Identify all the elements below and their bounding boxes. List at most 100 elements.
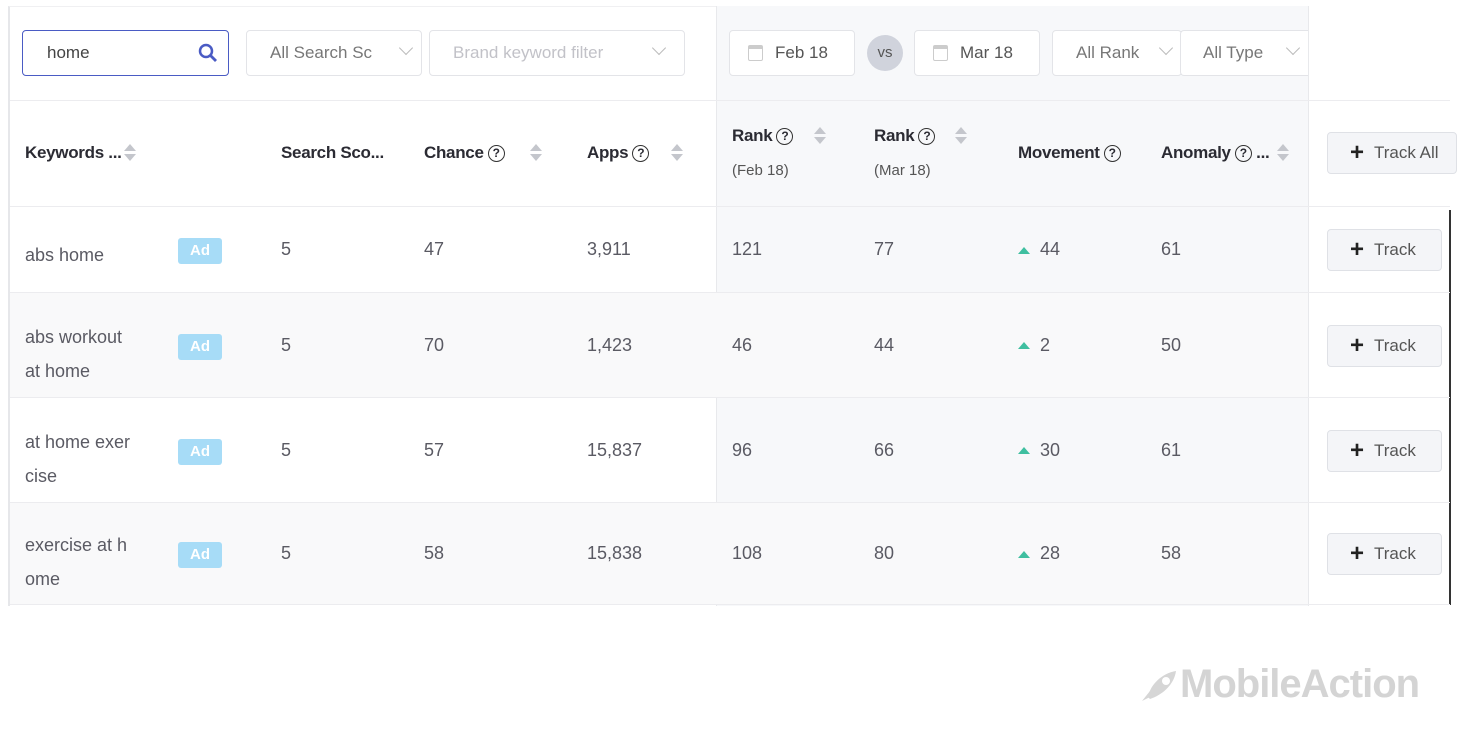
- plus-icon: +: [1350, 331, 1365, 359]
- help-icon[interactable]: ?: [776, 128, 794, 146]
- keyword-line: abs home: [25, 245, 105, 265]
- brand-filter-placeholder: Brand keyword filter: [453, 43, 604, 62]
- help-icon[interactable]: ?: [1234, 145, 1252, 163]
- track-label: Track: [1374, 440, 1416, 460]
- track-button[interactable]: + Track: [1327, 229, 1442, 271]
- search-score-filter-value: All Search Sc: [270, 43, 373, 62]
- sort-icon[interactable]: [124, 144, 136, 162]
- help-icon[interactable]: ?: [632, 145, 650, 163]
- sort-icon[interactable]: [671, 144, 683, 162]
- chevron-down-icon: [1158, 40, 1174, 56]
- sort-icon[interactable]: [1277, 144, 1289, 162]
- search-value: home: [47, 43, 90, 62]
- apps-cell: 15,837: [587, 439, 643, 460]
- header-rank-from[interactable]: Rank?: [732, 126, 794, 146]
- header-rank-to-date: (Mar 18): [874, 162, 931, 179]
- movement-cell: 28: [1018, 543, 1060, 564]
- track-label: Track: [1374, 240, 1416, 259]
- date-to-picker[interactable]: Mar 18: [914, 30, 1040, 76]
- header-chance[interactable]: Chance?: [424, 143, 505, 163]
- logo-text: MobileAction: [1180, 662, 1420, 706]
- search-icon[interactable]: [198, 43, 218, 63]
- header-apps-label: Apps: [587, 143, 629, 162]
- header-movement[interactable]: Movement?: [1018, 143, 1121, 163]
- help-icon[interactable]: ?: [1103, 145, 1121, 163]
- track-all-label: Track All: [1374, 143, 1439, 162]
- score-cell: 5: [281, 439, 292, 460]
- brand-keyword-filter[interactable]: Brand keyword filter: [429, 30, 685, 76]
- score-cell: 5: [281, 334, 292, 355]
- header-chance-label: Chance: [424, 143, 484, 162]
- track-label: Track: [1374, 544, 1416, 563]
- movement-value: 2: [1040, 334, 1051, 355]
- rank-filter-value: All Rank: [1076, 43, 1140, 62]
- actions-column: [1308, 6, 1452, 606]
- anomaly-cell: 50: [1161, 334, 1182, 355]
- plus-icon: +: [1350, 236, 1365, 263]
- movement-cell: 2: [1018, 335, 1050, 356]
- chance-cell: 47: [424, 239, 445, 259]
- header-keywords[interactable]: Keywords ...: [25, 143, 122, 163]
- help-icon[interactable]: ?: [487, 145, 505, 163]
- keyword-cell[interactable]: at home exer cise: [25, 425, 130, 493]
- arrow-up-icon: [1018, 342, 1030, 350]
- vs-badge: vs: [867, 35, 903, 71]
- apps-cell: 3,911: [587, 239, 631, 259]
- sort-icon[interactable]: [530, 144, 542, 162]
- type-filter-value: All Type: [1203, 43, 1264, 62]
- apps-cell: 15,838: [587, 543, 643, 563]
- date-from: Feb 18: [775, 43, 828, 62]
- help-icon[interactable]: ?: [918, 128, 936, 146]
- plus-icon: +: [1350, 540, 1365, 567]
- header-rank-to[interactable]: Rank?: [874, 126, 936, 146]
- mobileaction-logo: MobileAction: [1140, 662, 1420, 707]
- keyword-line: ome: [25, 569, 61, 589]
- ad-badge: Ad: [178, 542, 222, 568]
- track-all-button[interactable]: + Track All: [1327, 132, 1457, 174]
- header-anomaly-ellipsis: ...: [1256, 143, 1270, 162]
- apps-cell: 1,423: [587, 334, 633, 355]
- sort-icon[interactable]: [955, 127, 967, 145]
- calendar-icon: [748, 45, 763, 61]
- track-button[interactable]: + Track: [1327, 533, 1442, 575]
- type-filter[interactable]: All Type: [1180, 30, 1308, 76]
- keyword-cell[interactable]: abs home: [25, 238, 104, 272]
- ad-badge: Ad: [178, 238, 222, 264]
- keyword-line: at home: [25, 360, 91, 381]
- header-apps[interactable]: Apps?: [587, 143, 650, 163]
- header-anomaly[interactable]: Anomaly? ...: [1161, 143, 1270, 163]
- rocket-icon: [1142, 670, 1176, 701]
- header-rank-from-date: (Feb 18): [732, 162, 789, 179]
- anomaly-cell: 61: [1161, 439, 1182, 460]
- keyword-line: cise: [25, 465, 58, 486]
- chevron-down-icon: [651, 40, 667, 56]
- rank-filter[interactable]: All Rank: [1052, 30, 1182, 76]
- search-input[interactable]: home: [22, 30, 229, 76]
- rank2-cell: 66: [874, 439, 895, 460]
- chevron-down-icon: [1285, 40, 1301, 56]
- track-button[interactable]: + Track: [1327, 429, 1442, 472]
- header-rank-label: Rank: [874, 126, 915, 145]
- header-search-score[interactable]: Search Sco...: [281, 143, 384, 163]
- keyword-cell[interactable]: abs workout at home: [25, 320, 122, 388]
- score-cell: 5: [281, 239, 292, 259]
- rank1-cell: 96: [732, 439, 753, 460]
- header-anomaly-label: Anomaly: [1161, 143, 1231, 162]
- scrollbar[interactable]: [1449, 210, 1451, 605]
- ad-badge: Ad: [178, 333, 222, 360]
- date-from-picker[interactable]: Feb 18: [729, 30, 855, 76]
- ad-badge: Ad: [178, 438, 222, 465]
- calendar-icon: [933, 45, 948, 61]
- keyword-cell[interactable]: exercise at h ome: [25, 528, 127, 596]
- keyword-line: at home exer: [25, 431, 131, 452]
- chance-cell: 57: [424, 439, 445, 460]
- movement-value: 28: [1040, 543, 1061, 563]
- search-score-filter[interactable]: All Search Sc: [246, 30, 422, 76]
- anomaly-cell: 61: [1161, 239, 1182, 259]
- chance-cell: 58: [424, 543, 445, 563]
- score-cell: 5: [281, 543, 292, 563]
- track-button[interactable]: + Track: [1327, 324, 1442, 367]
- sort-icon[interactable]: [814, 127, 826, 145]
- arrow-up-icon: [1018, 447, 1030, 455]
- arrow-up-icon: [1018, 550, 1030, 558]
